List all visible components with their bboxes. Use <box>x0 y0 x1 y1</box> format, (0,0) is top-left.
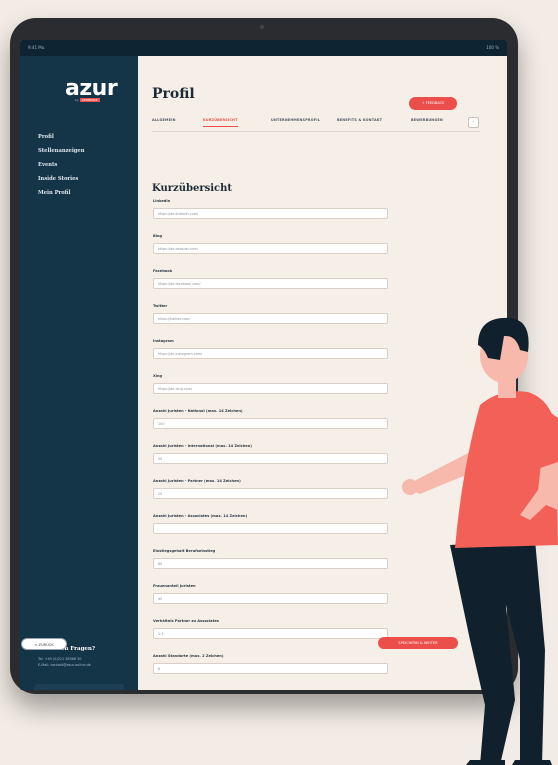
person-left-shoe <box>466 760 505 765</box>
person-right-sleeve <box>540 405 558 468</box>
person-left-hand <box>402 479 418 495</box>
person-right-shoe <box>512 760 552 765</box>
person-illustration <box>402 317 558 765</box>
